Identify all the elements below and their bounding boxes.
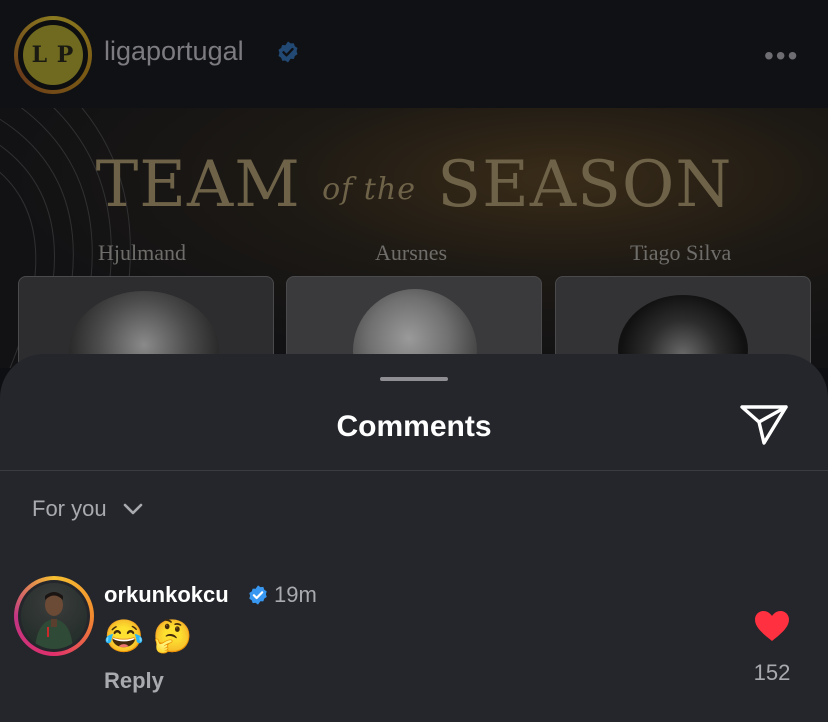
commenter-avatar[interactable] (14, 576, 94, 656)
drag-handle[interactable] (380, 377, 448, 381)
post-author-username[interactable]: ligaportugal (104, 36, 244, 67)
comment-text: 😂 🤔 (104, 618, 193, 654)
verified-badge-icon (278, 41, 298, 63)
post-header: L P ligaportugal ••• (0, 0, 828, 108)
banner-title: TEAM of the SEASON (95, 148, 733, 222)
chevron-down-icon (123, 503, 142, 515)
reply-button[interactable]: Reply (104, 668, 164, 694)
share-icon[interactable] (738, 402, 790, 446)
sheet-title: Comments (336, 410, 492, 443)
more-icon[interactable]: ••• (764, 40, 799, 72)
liga-portugal-logo: L P (23, 25, 83, 85)
sort-label: For you (32, 496, 107, 521)
player-name-2: Aursnes (375, 240, 448, 265)
divider (0, 470, 828, 471)
verified-badge-icon (249, 585, 267, 605)
comment-sort-dropdown[interactable]: For you (32, 496, 145, 522)
commenter-username[interactable]: orkunkokcu (104, 582, 229, 608)
player-name-3: Tiago Silva (630, 240, 732, 265)
post-author-avatar[interactable]: L P (14, 16, 92, 94)
like-count: 152 (753, 660, 791, 685)
comments-sheet: Comments For you orkunkokcu 19m 😂 🤔 Repl… (0, 354, 828, 722)
player-name-1: Hjulmand (98, 240, 186, 265)
heart-icon[interactable] (754, 610, 790, 642)
comment-timestamp: 19m (274, 582, 317, 607)
commenter-photo (21, 583, 87, 649)
post-image: TEAM of the SEASON Hjulmand Aursnes Tiag… (0, 108, 828, 368)
